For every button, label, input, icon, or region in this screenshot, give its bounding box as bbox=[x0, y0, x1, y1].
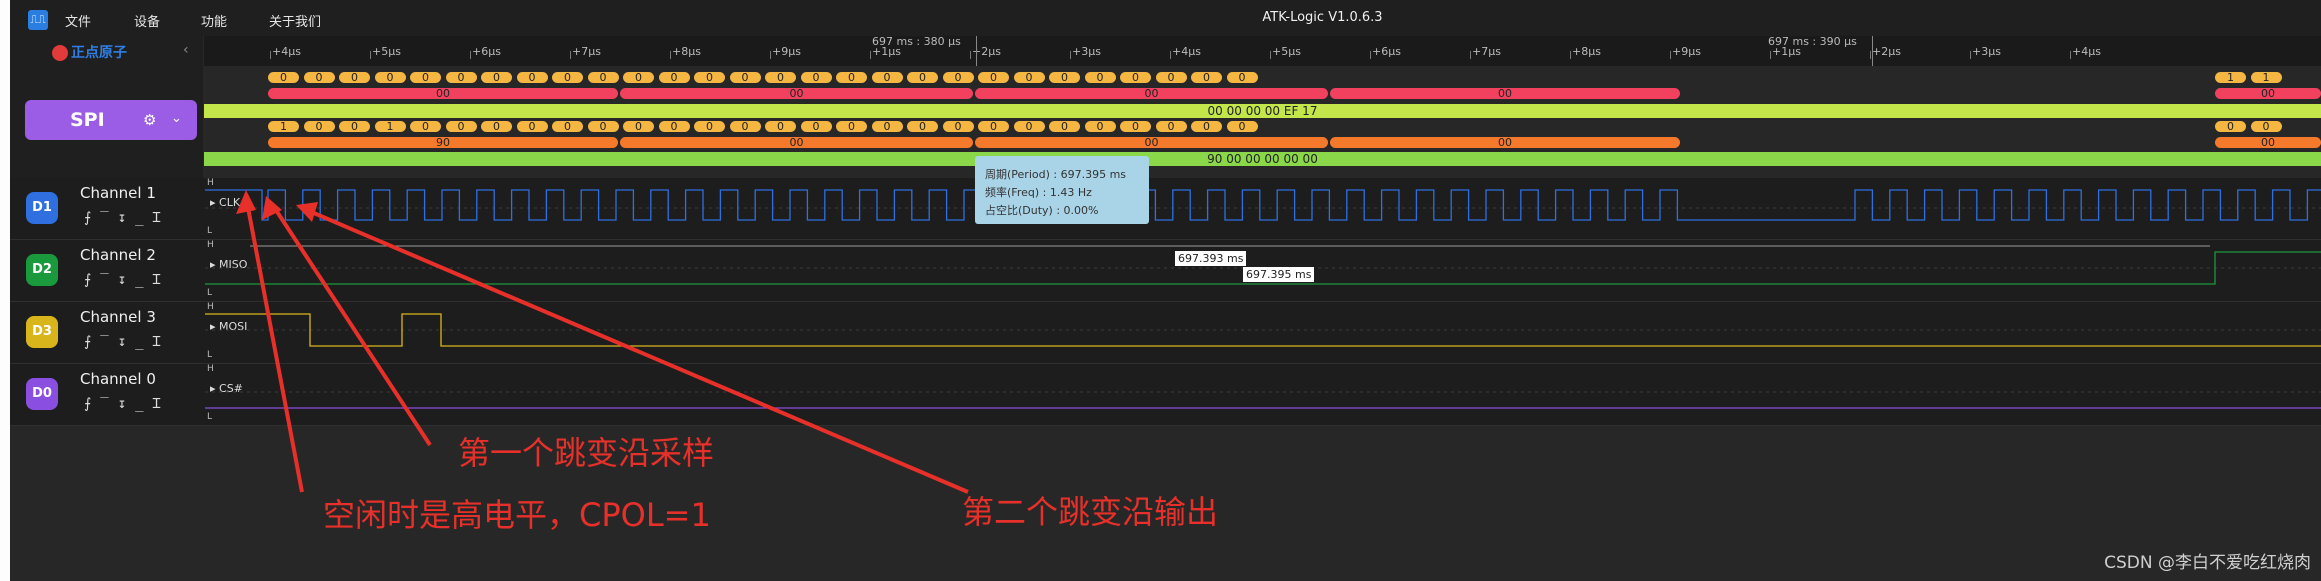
annotation-second-edge: 第二个跳变沿输出 bbox=[962, 493, 1219, 531]
annotation-first-edge: 第一个跳变沿采样 bbox=[458, 434, 715, 472]
tooltip-period: 周期(Period) : 697.395 ms bbox=[985, 168, 1127, 181]
annotation-arrowhead bbox=[296, 202, 318, 222]
tooltip-duty: 占空比(Duty) : 0.00% bbox=[985, 204, 1099, 217]
watermark: CSDN @李白不爱吃红烧肉 bbox=[2104, 553, 2311, 573]
annotation-arrowhead bbox=[236, 190, 256, 214]
tooltip-freq: 频率(Freq) : 1.43 Hz bbox=[985, 186, 1092, 199]
measurement-label-2: 697.395 ms bbox=[1243, 267, 1315, 282]
measurement-tooltip: 周期(Period) : 697.395 ms 频率(Freq) : 1.43 … bbox=[975, 156, 1149, 224]
annotation-arrow bbox=[270, 202, 432, 447]
annotation-idle-high: 空闲时是高电平，CPOL=1 bbox=[323, 496, 711, 534]
measurement-label-1: 697.393 ms bbox=[1175, 251, 1247, 266]
clk-waveform bbox=[205, 189, 2321, 221]
annotation-arrow bbox=[244, 196, 304, 493]
